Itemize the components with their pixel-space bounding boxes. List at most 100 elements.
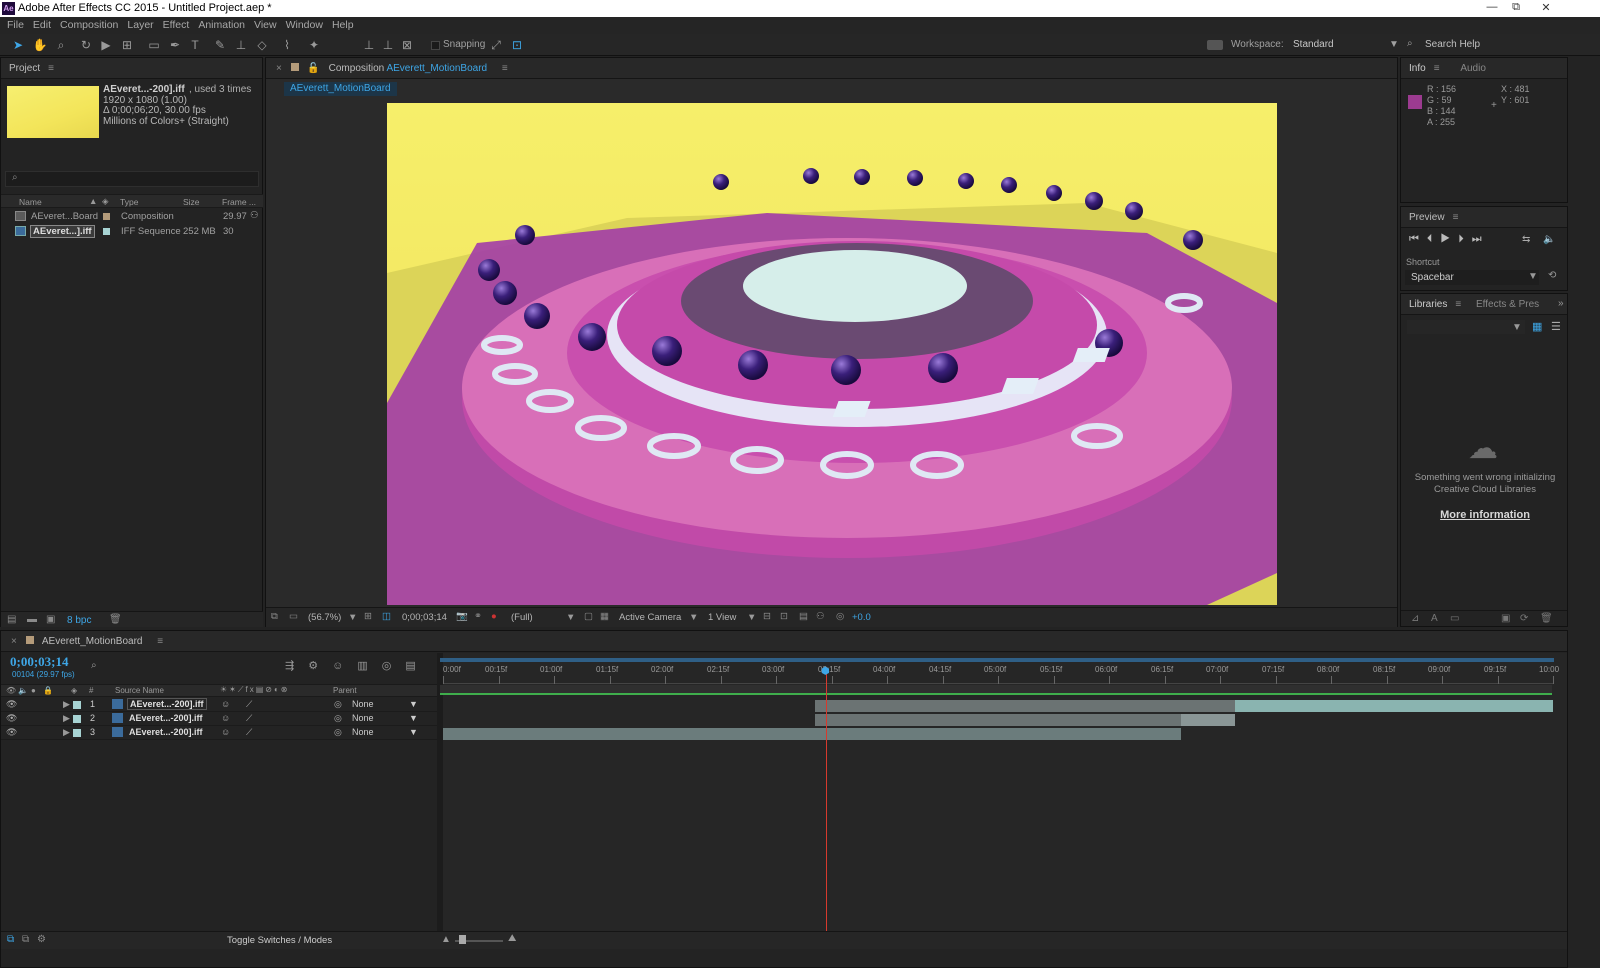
timeline-icon[interactable]: ▤ <box>799 611 808 622</box>
playhead-handle-icon[interactable]: ⬢ <box>821 666 830 677</box>
project-tab[interactable]: Project <box>9 63 40 74</box>
next-frame-icon[interactable]: ⏵ <box>1458 233 1472 245</box>
monitor-icon[interactable]: ▭ <box>289 611 298 622</box>
col-size[interactable]: Size <box>183 197 200 207</box>
close-tab-icon[interactable]: × <box>11 636 17 647</box>
menu-edit[interactable]: Edit <box>33 17 51 34</box>
new-folder-icon[interactable]: ▬ <box>27 614 37 625</box>
type-tool-icon[interactable]: T <box>187 37 203 53</box>
shy-icon[interactable]: ☺ <box>332 660 357 672</box>
pickwhip-icon[interactable]: ◎ <box>334 727 342 738</box>
zoom-tool-icon[interactable]: ⌕ <box>53 37 69 53</box>
zoom-slider-handle[interactable] <box>459 935 466 944</box>
in-out-icon[interactable]: ⚙ <box>37 934 46 945</box>
more-information-link[interactable]: More information <box>1411 509 1559 521</box>
visibility-icon[interactable]: 👁 <box>6 727 17 738</box>
new-composition-icon[interactable]: ▣ <box>46 614 55 625</box>
overflow-icon[interactable]: » <box>1558 298 1564 309</box>
lock-icon[interactable]: 🔓 <box>307 63 319 74</box>
add-shape-icon[interactable]: ▭ <box>1450 613 1459 624</box>
zoom-select[interactable]: (56.7%) <box>308 612 341 623</box>
layer-name[interactable]: AEveret...-200].iff <box>129 727 203 737</box>
prev-frame-icon[interactable]: ⏴ <box>1427 233 1441 245</box>
show-snapshot-icon[interactable]: ⚭ <box>474 611 482 622</box>
dropdown-icon[interactable]: ▼ <box>1528 271 1538 282</box>
table-row[interactable]: 👁 ▶ 1 AEveret...-200].iff ☺ ⟋ ◎ None ▼ <box>1 698 437 712</box>
tab-audio[interactable]: Audio <box>1460 63 1486 74</box>
snap-grid-icon[interactable]: ⊡ <box>509 37 525 53</box>
composition-name[interactable]: AEverett_MotionBoard <box>386 63 487 74</box>
transparency-grid-icon[interactable]: ▦ <box>600 611 609 622</box>
time-navigator[interactable] <box>440 658 1554 662</box>
toggle-switches-modes-button[interactable]: Toggle Switches / Modes <box>227 935 332 946</box>
layer-bar-2[interactable] <box>815 714 1181 726</box>
roto-brush-tool-icon[interactable]: ⌇ <box>279 37 295 53</box>
shy-switch-icon[interactable]: ☺ <box>221 727 230 737</box>
lock-icon[interactable]: 🔒 <box>43 686 53 695</box>
rotate-tool-icon[interactable]: ↻ <box>78 37 94 53</box>
parent-select[interactable]: None <box>352 699 374 709</box>
col-frame[interactable]: Frame ... <box>222 197 256 207</box>
draft-3d-icon[interactable]: ⚙ <box>308 660 332 672</box>
region-icon[interactable]: ▢ <box>584 611 593 622</box>
mask-icon[interactable]: ◫ <box>382 611 391 622</box>
dropdown-icon[interactable]: ▼ <box>348 612 357 623</box>
dropdown-icon[interactable]: ▼ <box>409 699 418 709</box>
shy-switch-icon[interactable]: ☺ <box>221 699 230 709</box>
menu-effect[interactable]: Effect <box>163 17 190 34</box>
search-icon[interactable]: ⌕ <box>91 660 97 671</box>
channel-icon[interactable]: ● <box>491 611 497 622</box>
menu-icon[interactable]: ≡ <box>48 63 54 74</box>
world-axis-icon[interactable]: ⊥ <box>380 37 396 53</box>
add-text-icon[interactable]: A <box>1431 613 1438 624</box>
expand-arrow-icon[interactable]: ▶ <box>63 713 70 724</box>
snap-feather-icon[interactable]: ⤢ <box>488 37 504 53</box>
dropdown-icon[interactable]: ▼ <box>1512 322 1522 333</box>
search-help-input[interactable]: Search Help <box>1425 39 1480 50</box>
toggle-pixel-icon[interactable]: ⊟ <box>763 611 771 622</box>
hand-tool-icon[interactable]: ✋ <box>32 37 48 53</box>
parent-select[interactable]: None <box>352 727 374 737</box>
menu-window[interactable]: Window <box>286 17 323 34</box>
visibility-icon[interactable]: 👁 <box>6 713 17 724</box>
view-axis-icon[interactable]: ⊠ <box>399 37 415 53</box>
list-view-icon[interactable]: ☰ <box>1551 320 1561 333</box>
dropdown-icon[interactable]: ▼ <box>689 612 698 623</box>
tab-libraries[interactable]: Libraries <box>1409 299 1447 310</box>
library-select[interactable] <box>1407 320 1525 334</box>
layer-name[interactable]: AEveret...-200].iff <box>129 713 203 723</box>
pen-tool-icon[interactable]: ✒ <box>167 37 183 53</box>
audio-toggle-icon[interactable]: 🔈 <box>18 686 28 695</box>
col-source-name[interactable]: Source Name <box>115 686 164 695</box>
add-graphic-icon[interactable]: ⊿ <box>1411 613 1419 624</box>
parent-select[interactable]: None <box>352 713 374 723</box>
video-toggle-icon[interactable]: 👁 <box>6 686 16 695</box>
snapping-checkbox[interactable] <box>431 41 440 50</box>
menu-icon[interactable]: ≡ <box>502 63 508 74</box>
col-parent[interactable]: Parent <box>333 686 357 695</box>
shy-switch-icon[interactable]: ☺ <box>221 713 230 723</box>
rectangle-tool-icon[interactable]: ▭ <box>146 37 162 53</box>
transfer-controls-icon[interactable]: ⧉ <box>22 934 29 945</box>
composition-tab[interactable]: AEverett_MotionBoard <box>284 82 397 96</box>
table-row[interactable]: 👁 ▶ 3 AEveret...-200].iff ☺ ⟋ ◎ None ▼ <box>1 726 437 740</box>
workspace-select[interactable]: Standard <box>1293 39 1334 50</box>
shortcut-select[interactable]: Spacebar <box>1405 270 1539 285</box>
composition-viewer[interactable] <box>387 103 1277 605</box>
pickwhip-icon[interactable]: ◎ <box>334 699 342 710</box>
reset-exposure-icon[interactable]: ◎ <box>836 611 844 622</box>
col-name[interactable]: Name <box>19 197 42 207</box>
solo-icon[interactable]: ● <box>31 686 36 695</box>
menu-composition[interactable]: Composition <box>60 17 118 34</box>
zoom-out-icon[interactable]: ▲ <box>441 934 451 945</box>
pickwhip-icon[interactable]: ◎ <box>334 713 342 724</box>
puppet-pin-tool-icon[interactable]: ✦ <box>306 37 322 53</box>
menu-layer[interactable]: Layer <box>127 17 153 34</box>
workspace-dropdown-icon[interactable]: ▼ <box>1389 39 1399 50</box>
local-axis-icon[interactable]: ⊥ <box>361 37 377 53</box>
trash-icon[interactable]: 🗑 <box>1540 613 1553 624</box>
trash-icon[interactable]: 🗑 <box>109 614 122 625</box>
dropdown-icon[interactable]: ▼ <box>409 727 418 737</box>
first-frame-icon[interactable]: ⏮ <box>1409 233 1427 245</box>
camera-select[interactable]: Active Camera <box>619 612 681 623</box>
